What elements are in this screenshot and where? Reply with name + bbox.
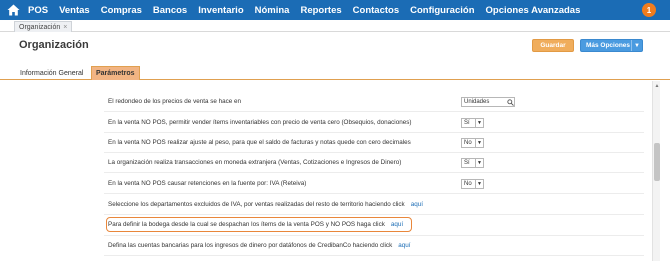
more-options-button[interactable]: Más Opciones ▼	[580, 39, 643, 52]
setting-row: La organización realiza transacciones en…	[108, 159, 401, 166]
retention-select[interactable]: No ▼	[461, 179, 484, 189]
divider	[104, 111, 644, 112]
scrollbar[interactable]: ▲	[652, 81, 660, 261]
divider	[104, 255, 644, 256]
nav-reportes[interactable]: Reportes	[300, 5, 341, 16]
departments-link[interactable]: aquí	[411, 201, 423, 208]
chevron-down-icon[interactable]: ▼	[475, 139, 483, 147]
scroll-thumb[interactable]	[654, 143, 660, 181]
setting-label: En la venta NO POS causar retenciones en…	[108, 180, 307, 187]
chevron-down-icon[interactable]: ▼	[475, 119, 483, 127]
tab-informacion-general[interactable]: Información General	[16, 66, 87, 80]
setting-label: La organización realiza transacciones en…	[108, 159, 402, 166]
chevron-down-icon[interactable]: ▼	[631, 40, 642, 51]
divider	[104, 193, 644, 194]
setting-label: En la venta NO POS, permitir vender ítem…	[108, 119, 412, 126]
divider	[104, 132, 644, 133]
nav-contactos[interactable]: Contactos	[353, 5, 399, 16]
save-button[interactable]: Guardar	[532, 39, 574, 52]
nav-inventario[interactable]: Inventario	[198, 5, 243, 16]
setting-row: Defina las cuentas bancarias para los in…	[108, 242, 411, 249]
setting-label: Seleccione los departamentos excluidos d…	[108, 201, 405, 208]
settings-panel: El redondeo de los precios de venta se h…	[0, 81, 652, 261]
chevron-down-icon[interactable]: ▼	[475, 180, 483, 188]
nav-nomina[interactable]: Nómina	[255, 5, 290, 16]
setting-row: En la venta NO POS realizar ajuste al pe…	[108, 139, 411, 146]
page-title: Organización	[19, 39, 89, 51]
select-value: No	[464, 181, 472, 187]
divider	[104, 152, 644, 153]
nav-compras[interactable]: Compras	[101, 5, 142, 16]
nav-pos[interactable]: POS	[28, 5, 48, 16]
tab-parametros[interactable]: Parámetros	[91, 66, 140, 80]
setting-label: Para definir la bodega desde la cual se …	[108, 221, 385, 228]
more-options-label: Más Opciones	[585, 42, 631, 49]
setting-label: El redondeo de los precios de venta se h…	[108, 98, 242, 105]
nav-bancos[interactable]: Bancos	[153, 5, 187, 16]
chevron-down-icon[interactable]: ▼	[475, 159, 483, 167]
setting-row-highlighted: Para definir la bodega desde la cual se …	[108, 221, 403, 228]
divider	[104, 172, 644, 173]
document-tab-strip: Organización ×	[0, 20, 670, 32]
foreign-currency-select[interactable]: Sí ▼	[461, 158, 484, 168]
setting-label: Defina las cuentas bancarias para los in…	[108, 242, 393, 249]
setting-row: Seleccione los departamentos excluidos d…	[108, 201, 423, 208]
close-icon[interactable]: ×	[63, 24, 67, 31]
nav-ventas[interactable]: Ventas	[59, 5, 90, 16]
divider	[104, 214, 644, 215]
section-tabs: Información General Parámetros	[0, 66, 670, 80]
home-icon[interactable]	[2, 0, 24, 20]
select-value: No	[464, 140, 472, 146]
bank-accounts-link[interactable]: aquí	[398, 242, 410, 249]
document-tab-organizacion[interactable]: Organización ×	[14, 21, 73, 32]
notification-badge[interactable]: 1	[642, 3, 656, 17]
search-icon[interactable]	[506, 98, 514, 106]
nav-opciones-avanzadas[interactable]: Opciones Avanzadas	[486, 5, 581, 16]
zero-price-select[interactable]: Sí ▼	[461, 118, 484, 128]
select-value: Sí	[464, 120, 470, 126]
select-value: Sí	[464, 160, 470, 166]
nav-configuracion[interactable]: Configuración	[410, 5, 474, 16]
document-tab-label: Organización	[19, 23, 61, 31]
divider	[104, 235, 644, 236]
setting-row: En la venta NO POS causar retenciones en…	[108, 180, 306, 187]
rounding-select[interactable]: Unidades	[461, 97, 515, 107]
weight-adjust-select[interactable]: No ▼	[461, 138, 484, 148]
setting-row: En la venta NO POS, permitir vender ítem…	[108, 119, 411, 126]
setting-row: El redondeo de los precios de venta se h…	[108, 98, 241, 105]
setting-label: En la venta NO POS realizar ajuste al pe…	[108, 139, 411, 146]
select-value: Unidades	[464, 99, 490, 105]
warehouse-link[interactable]: aquí	[391, 221, 403, 228]
scroll-up-icon[interactable]: ▲	[653, 83, 661, 89]
top-nav: POS Ventas Compras Bancos Inventario Nóm…	[0, 0, 670, 20]
